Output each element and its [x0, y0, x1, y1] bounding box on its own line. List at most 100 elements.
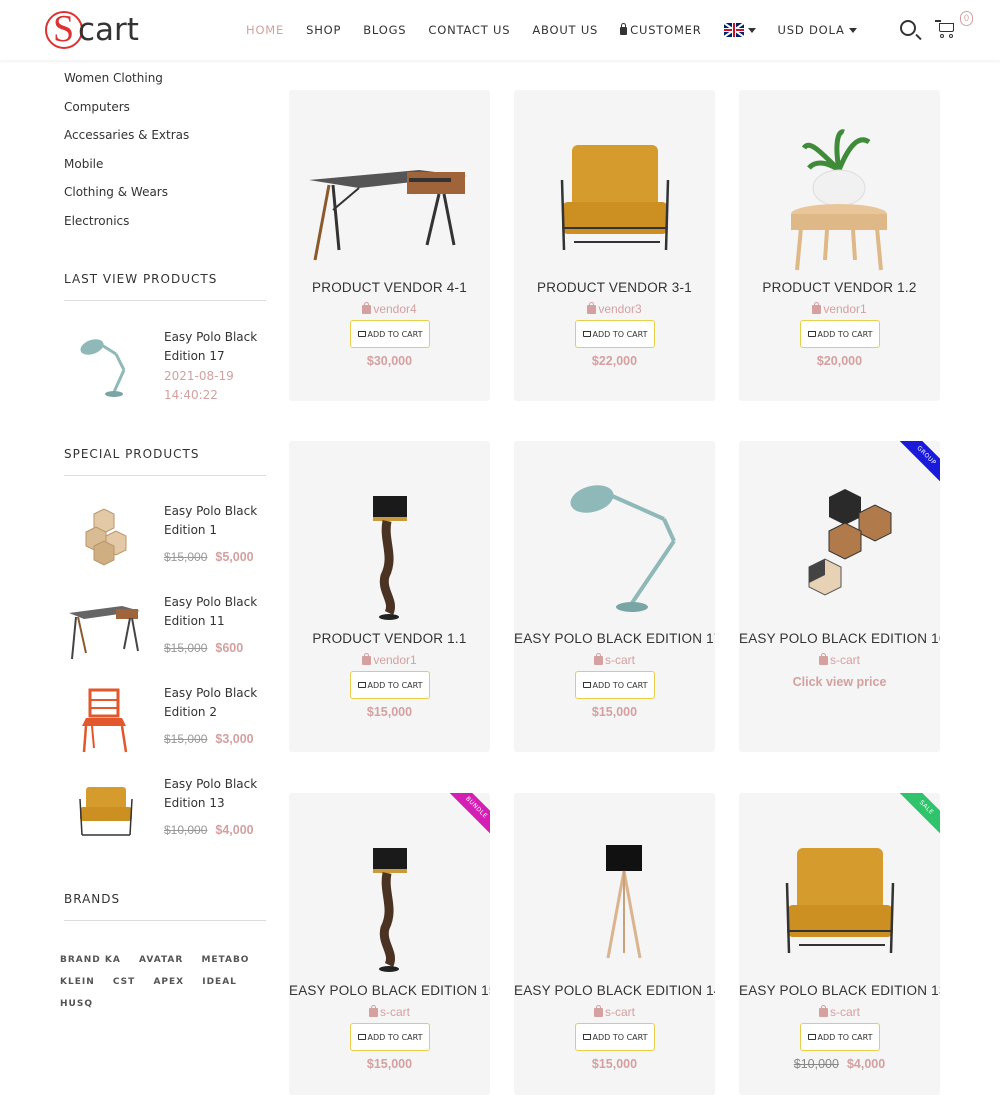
- language-dropdown[interactable]: [723, 23, 756, 37]
- nav-customer-label: CUSTOMER: [630, 23, 702, 37]
- add-to-cart-button[interactable]: ADD TO CART: [575, 671, 655, 699]
- uk-flag-icon: [723, 23, 744, 37]
- product-card[interactable]: SALE EASY POLO BLACK EDITION 13 s-cart A…: [739, 793, 940, 1095]
- product-card[interactable]: PRODUCT VENDOR 1.2 vendor1 ADD TO CART $…: [739, 90, 940, 401]
- product-title[interactable]: PRODUCT VENDOR 4-1: [289, 280, 490, 295]
- product-price: $15,000: [366, 1057, 413, 1071]
- category-item[interactable]: Electronics: [64, 207, 266, 236]
- product-image: [791, 129, 887, 271]
- product-image: [570, 485, 676, 612]
- category-item[interactable]: Mobile: [64, 150, 266, 179]
- cart-icon: [582, 331, 591, 337]
- add-to-cart-button[interactable]: ADD TO CART: [800, 1023, 880, 1051]
- sale-price: $4,000: [846, 1057, 886, 1071]
- product-card[interactable]: PRODUCT VENDOR 3-1 vendor3 ADD TO CART $…: [514, 90, 715, 401]
- last-view-item[interactable]: Easy Polo Black Edition 17 2021-08-19 14…: [64, 320, 266, 410]
- product-title[interactable]: EASY POLO BLACK EDITION 17: [514, 631, 715, 646]
- cart-icon[interactable]: [935, 20, 955, 38]
- product-price: $15,000: [591, 1057, 638, 1071]
- vendor-name: s-cart: [380, 1005, 410, 1019]
- nav-contact-us[interactable]: CONTACT US: [428, 23, 510, 37]
- product-title[interactable]: PRODUCT VENDOR 1.2: [739, 280, 940, 295]
- product-image: [309, 170, 467, 261]
- button-label: ADD TO CART: [817, 1032, 873, 1042]
- product-vendor[interactable]: s-cart: [739, 653, 940, 667]
- product-title[interactable]: EASY POLO BLACK EDITION 16: [739, 631, 940, 646]
- brand-link[interactable]: HUSQ: [60, 999, 93, 1009]
- product-thumbnail: [80, 339, 126, 397]
- shopping-bag-icon: [594, 653, 603, 665]
- special-product-item[interactable]: Easy Polo Black Edition 13 $10,000 $4,000: [64, 773, 266, 853]
- click-view-price-link[interactable]: Click view price: [739, 675, 940, 689]
- product-card[interactable]: EASY POLO BLACK EDITION 14 s-cart ADD TO…: [514, 793, 715, 1095]
- product-image: [606, 845, 642, 959]
- shopping-bag-icon: [362, 653, 372, 665]
- product-title[interactable]: PRODUCT VENDOR 3-1: [514, 280, 715, 295]
- brand-link[interactable]: BRAND KA: [60, 955, 121, 965]
- nav-blogs[interactable]: BLOGS: [363, 23, 406, 37]
- product-title[interactable]: EASY POLO BLACK EDITION 14: [514, 983, 715, 998]
- currency-dropdown[interactable]: USD DOLA: [778, 23, 857, 37]
- product-vendor[interactable]: s-cart: [739, 1005, 940, 1019]
- shopping-bag-icon: [812, 302, 822, 314]
- add-to-cart-button[interactable]: ADD TO CART: [800, 320, 880, 348]
- add-to-cart-button[interactable]: ADD TO CART: [575, 1023, 655, 1051]
- product-vendor[interactable]: vendor3: [514, 302, 715, 316]
- vendor-name: vendor1: [823, 302, 867, 316]
- special-product-item[interactable]: Easy Polo Black Edition 1 $15,000 $5,000: [64, 500, 266, 580]
- nav-about-us[interactable]: ABOUT US: [532, 23, 598, 37]
- logo-text: cart: [78, 12, 139, 48]
- button-label: ADD TO CART: [817, 329, 873, 339]
- product-vendor[interactable]: s-cart: [514, 1005, 715, 1019]
- product-card[interactable]: PRODUCT VENDOR 4-1 vendor4 ADD TO CART $…: [289, 90, 490, 401]
- add-to-cart-button[interactable]: ADD TO CART: [350, 320, 430, 348]
- cart-icon: [357, 1034, 366, 1040]
- brand-link[interactable]: CST: [113, 977, 135, 987]
- old-price: $15,000: [164, 641, 208, 655]
- cart-icon: [582, 1034, 591, 1040]
- product-title[interactable]: PRODUCT VENDOR 1.1: [289, 631, 490, 646]
- brand-link[interactable]: KLEIN: [60, 977, 95, 987]
- product-card[interactable]: PRODUCT VENDOR 1.1 vendor1 ADD TO CART $…: [289, 441, 490, 752]
- special-product-item[interactable]: Easy Polo Black Edition 2 $15,000 $3,000: [64, 682, 266, 762]
- product-vendor[interactable]: vendor4: [289, 302, 490, 316]
- button-label: ADD TO CART: [367, 329, 423, 339]
- cart-icon: [357, 682, 366, 688]
- button-label: ADD TO CART: [367, 680, 423, 690]
- product-vendor[interactable]: vendor1: [289, 653, 490, 667]
- category-item[interactable]: Clothing & Wears: [64, 178, 266, 207]
- product-title[interactable]: EASY POLO BLACK EDITION 13: [739, 983, 940, 998]
- product-card[interactable]: EASY POLO BLACK EDITION 17 s-cart ADD TO…: [514, 441, 715, 752]
- product-image: [785, 848, 895, 954]
- category-item[interactable]: Computers: [64, 93, 266, 122]
- category-item[interactable]: Women Clothing: [64, 64, 266, 93]
- product-name: Easy Polo Black Edition 11: [164, 595, 258, 628]
- old-price: $15,000: [164, 732, 208, 746]
- add-to-cart-button[interactable]: ADD TO CART: [575, 320, 655, 348]
- nav-home[interactable]: HOME: [246, 23, 284, 37]
- nav-customer[interactable]: CUSTOMER: [620, 23, 701, 37]
- product-vendor[interactable]: s-cart: [289, 1005, 490, 1019]
- product-name: Easy Polo Black Edition 13: [164, 777, 258, 810]
- product-vendor[interactable]: s-cart: [514, 653, 715, 667]
- button-label: ADD TO CART: [592, 680, 648, 690]
- product-name: Easy Polo Black Edition 2: [164, 686, 258, 719]
- button-label: ADD TO CART: [592, 329, 648, 339]
- brand-link[interactable]: IDEAL: [202, 977, 237, 987]
- vendor-name: s-cart: [605, 653, 635, 667]
- product-card[interactable]: GROUP EASY POLO BLACK EDITION 16 s-cart …: [739, 441, 940, 752]
- add-to-cart-button[interactable]: ADD TO CART: [350, 671, 430, 699]
- nav-shop[interactable]: SHOP: [306, 23, 341, 37]
- brand-link[interactable]: APEX: [153, 977, 184, 987]
- add-to-cart-button[interactable]: ADD TO CART: [350, 1023, 430, 1051]
- category-item[interactable]: Accessaries & Extras: [64, 121, 266, 150]
- product-price: $15,000 $600: [164, 639, 274, 658]
- search-icon[interactable]: [900, 20, 916, 36]
- product-card[interactable]: BUNDLE EASY POLO BLACK EDITION 15 s-cart…: [289, 793, 490, 1095]
- cart-icon: [357, 331, 366, 337]
- special-product-item[interactable]: Easy Polo Black Edition 11 $15,000 $600: [64, 591, 266, 671]
- product-title[interactable]: EASY POLO BLACK EDITION 15: [289, 983, 490, 998]
- brand-link[interactable]: METABO: [201, 955, 249, 965]
- brand-link[interactable]: AVATAR: [139, 955, 183, 965]
- product-vendor[interactable]: vendor1: [739, 302, 940, 316]
